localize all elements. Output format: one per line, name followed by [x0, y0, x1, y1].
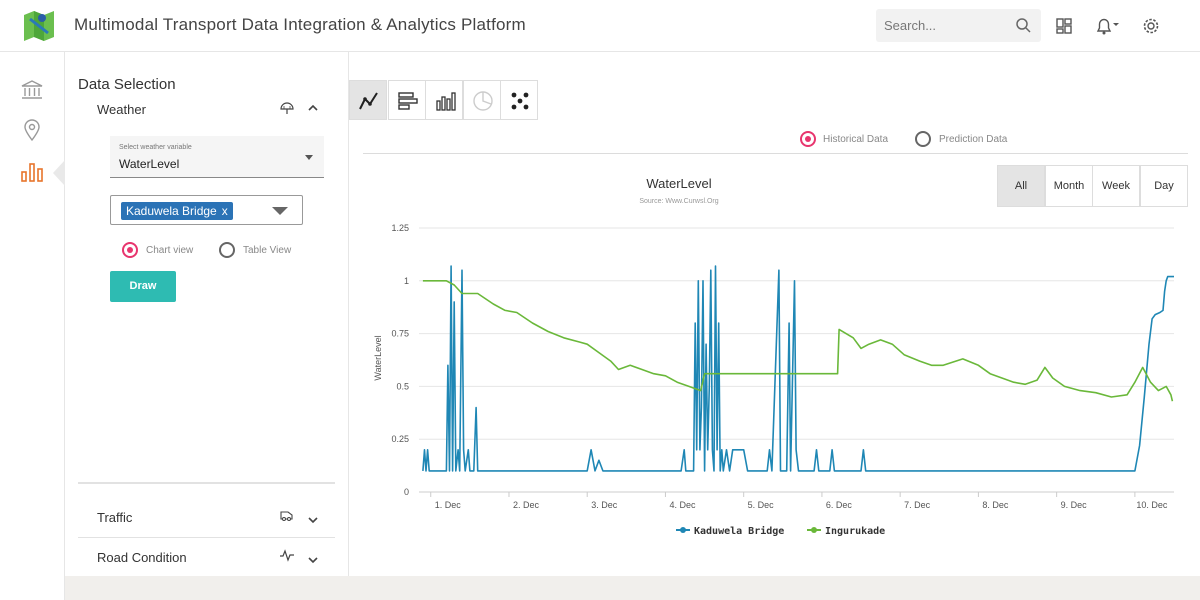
location-chip[interactable]: Kaduwela Bridge x: [121, 202, 233, 220]
bar-chart-button[interactable]: [425, 80, 463, 120]
y-tick-label: 0.5: [396, 381, 409, 391]
y-tick-labels: 0 0.25 0.5 0.75 1 1.25: [391, 223, 409, 497]
table-view-label: Table View: [243, 245, 292, 256]
dropdown-caret-icon[interactable]: [305, 155, 313, 160]
pulse-icon: [280, 549, 294, 562]
chart-separator: [363, 153, 1188, 154]
chart-legend: Kaduwela Bridge Ingurukade: [676, 525, 885, 537]
gear-icon[interactable]: [1141, 16, 1161, 36]
line-chart-button[interactable]: [349, 80, 387, 120]
app-title: Multimodal Transport Data Integration & …: [74, 15, 526, 34]
historical-data-label: Historical Data: [823, 134, 889, 145]
chip-remove-icon[interactable]: x: [222, 204, 228, 218]
search-icon[interactable]: [1015, 17, 1031, 33]
legend-label: Ingurukade: [825, 526, 885, 537]
chevron-down-icon[interactable]: [307, 514, 319, 526]
line-chart-icon: [359, 92, 378, 110]
y-tick-label: 1: [404, 276, 409, 286]
x-tick-labels: 1. Dec 2. Dec 3. Dec 4. Dec 5. Dec 6. Dec 7. D…: [430, 492, 1168, 510]
x-tick-label: 8. Dec: [982, 500, 1009, 510]
waterlevel-chart: WaterLevel Source: Www.Curwsl.Org WaterL…: [373, 176, 1174, 537]
chevron-down-icon[interactable]: [307, 554, 319, 566]
scatter-chart-button[interactable]: [500, 80, 538, 120]
search-input[interactable]: [876, 9, 996, 42]
bar-chart-icon[interactable]: [20, 160, 44, 184]
prediction-data-radio[interactable]: [915, 131, 931, 147]
x-tick-label: 4. Dec: [669, 500, 696, 510]
section-divider: [78, 537, 335, 538]
bank-icon[interactable]: [20, 78, 44, 102]
x-tick-label: 3. Dec: [591, 500, 618, 510]
historical-data-radio[interactable]: [800, 131, 816, 147]
table-view-radio[interactable]: [219, 242, 235, 258]
chart-view-label: Chart view: [146, 245, 194, 256]
pie-chart-icon: [473, 91, 493, 111]
y-tick-label: 0.25: [391, 434, 409, 444]
footer-strip: [65, 576, 1200, 600]
chevron-up-icon[interactable]: [307, 102, 319, 114]
dashboard-icon[interactable]: [1054, 16, 1074, 36]
chart-series: [422, 265, 1174, 472]
x-tick-label: 1. Dec: [435, 500, 462, 510]
prediction-data-label: Prediction Data: [939, 134, 1008, 145]
section-divider: [78, 482, 335, 484]
top-header: Multimodal Transport Data Integration & …: [0, 0, 1200, 52]
pie-chart-button[interactable]: [463, 80, 501, 120]
y-tick-label: 1.25: [391, 223, 409, 233]
series-line-kaduwela-bridge: [422, 265, 1174, 472]
data-selection-panel: Data Selection Weather Select weather va…: [65, 52, 349, 576]
horizontal-bar-icon: [398, 92, 418, 110]
dropdown-caret-icon[interactable]: [272, 207, 288, 215]
traffic-icon: [280, 511, 293, 521]
location-pin-icon[interactable]: [20, 118, 44, 142]
scatter-icon: [511, 92, 529, 110]
y-tick-label: 0.75: [391, 329, 409, 339]
umbrella-icon: [280, 102, 294, 114]
y-tick-label: 0: [404, 487, 409, 497]
chart-view-radio[interactable]: [122, 242, 138, 258]
x-tick-label: 5. Dec: [748, 500, 775, 510]
bell-icon[interactable]: [1094, 16, 1124, 36]
bar-chart-icon: [436, 92, 456, 111]
x-tick-label: 7. Dec: [904, 500, 931, 510]
y-axis-label: WaterLevel: [373, 335, 383, 380]
chart-subtitle: Source: Www.Curwsl.Org: [639, 198, 718, 205]
variable-field-value: WaterLevel: [119, 157, 180, 171]
location-multiselect[interactable]: Kaduwela Bridge x: [110, 195, 303, 225]
chart-title: WaterLevel: [646, 176, 711, 191]
traffic-section-header[interactable]: Traffic: [97, 510, 132, 525]
search-box[interactable]: [876, 9, 1041, 42]
active-indicator: [53, 160, 65, 186]
x-tick-label: 9. Dec: [1061, 500, 1088, 510]
legend-label: Kaduwela Bridge: [694, 525, 784, 537]
weather-variable-select[interactable]: Select weather variable WaterLevel: [110, 136, 324, 178]
left-nav-rail: [0, 52, 65, 600]
horizontal-bar-chart-button[interactable]: [388, 80, 426, 120]
draw-button[interactable]: Draw: [110, 271, 176, 302]
legend-marker: [811, 527, 817, 533]
map-logo-icon[interactable]: [22, 9, 56, 43]
road-condition-section-header[interactable]: Road Condition: [97, 550, 187, 565]
weather-section-header[interactable]: Weather: [97, 102, 146, 117]
series-line-ingurukade: [422, 280, 1174, 402]
x-tick-label: 6. Dec: [826, 500, 853, 510]
panel-title: Data Selection: [78, 76, 176, 93]
x-tick-label: 10. Dec: [1136, 500, 1168, 510]
location-chip-label: Kaduwela Bridge: [126, 204, 217, 218]
legend-marker: [680, 527, 686, 533]
variable-field-label: Select weather variable: [119, 144, 192, 151]
x-tick-label: 2. Dec: [513, 500, 540, 510]
